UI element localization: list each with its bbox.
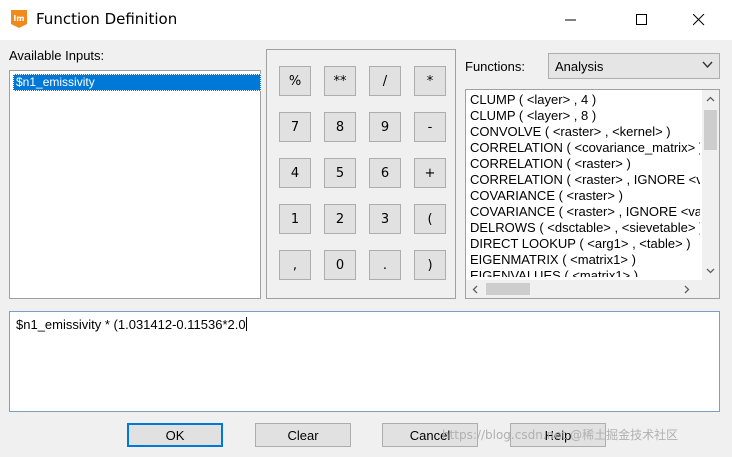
scroll-down-button[interactable] — [702, 262, 719, 279]
maximize-icon — [636, 14, 647, 25]
watermark: https://blog.csdn.net @稀土掘金技术社区 — [442, 428, 679, 442]
svg-text:lm: lm — [13, 14, 24, 23]
key-5[interactable]: 5 — [324, 158, 356, 188]
key-9[interactable]: 9 — [369, 112, 401, 142]
key-1[interactable]: 1 — [279, 204, 311, 234]
available-inputs-list[interactable]: $n1_emissivity — [9, 70, 261, 299]
key-minus[interactable]: - — [414, 112, 446, 142]
key-6[interactable]: 6 — [369, 158, 401, 188]
list-item[interactable]: COVARIANCE ( <raster> , IGNORE <value> ) — [470, 204, 700, 220]
list-item[interactable]: CLUMP ( <layer> , 4 ) — [470, 92, 700, 108]
key-8[interactable]: 8 — [324, 112, 356, 142]
key-0[interactable]: 0 — [324, 250, 356, 280]
functions-items: CLUMP ( <layer> , 4 ) CLUMP ( <layer> , … — [470, 92, 700, 277]
clear-button[interactable]: Clear — [255, 423, 351, 447]
list-item[interactable]: CONVOLVE ( <raster> , <kernel> ) — [470, 124, 700, 140]
horizontal-scrollbar[interactable] — [466, 280, 702, 298]
list-item[interactable]: EIGENVALUES ( <matrix1> ) — [470, 268, 700, 277]
key-comma[interactable]: , — [279, 250, 311, 280]
scroll-up-button[interactable] — [702, 90, 719, 107]
key-multiply[interactable]: * — [414, 66, 446, 96]
key-decimal[interactable]: . — [369, 250, 401, 280]
key-7[interactable]: 7 — [279, 112, 311, 142]
list-item[interactable]: EIGENMATRIX ( <matrix1> ) — [470, 252, 700, 268]
functions-list[interactable]: CLUMP ( <layer> , 4 ) CLUMP ( <layer> , … — [465, 89, 720, 299]
text-caret — [245, 317, 247, 331]
title-bar: lm Function Definition — [0, 0, 732, 40]
chevron-down-icon — [706, 268, 715, 273]
key-percent[interactable]: % — [279, 66, 311, 96]
key-4[interactable]: 4 — [279, 158, 311, 188]
lm-icon: lm — [11, 10, 27, 28]
dialog-body: Available Inputs: $n1_emissivity % ** / … — [0, 40, 732, 457]
function-category-select[interactable]: Analysis — [548, 53, 720, 79]
chevron-left-icon — [472, 285, 477, 293]
scroll-left-button[interactable] — [466, 280, 483, 298]
ok-button[interactable]: OK — [127, 423, 223, 447]
functions-label: Functions: — [465, 59, 525, 74]
list-item[interactable]: CORRELATION ( <raster> , IGNORE <value> … — [470, 172, 700, 188]
expression-editor[interactable]: $n1_emissivity * (1.031412-0.11536*2.0 — [9, 311, 720, 412]
list-item[interactable]: $n1_emissivity — [13, 74, 261, 91]
close-button[interactable] — [676, 0, 722, 40]
key-close-paren[interactable]: ) — [414, 250, 446, 280]
key-3[interactable]: 3 — [369, 204, 401, 234]
horizontal-scroll-thumb[interactable] — [486, 283, 530, 295]
close-icon — [693, 14, 705, 26]
expression-text: $n1_emissivity * (1.031412-0.11536*2.0 — [16, 317, 247, 332]
chevron-up-icon — [706, 96, 715, 101]
vertical-scrollbar[interactable] — [702, 90, 719, 280]
list-item[interactable]: CORRELATION ( <raster> ) — [470, 156, 700, 172]
key-plus[interactable]: + — [414, 158, 446, 188]
minimize-button[interactable] — [548, 0, 594, 40]
key-divide[interactable]: / — [369, 66, 401, 96]
available-inputs-label: Available Inputs: — [9, 48, 105, 63]
key-2[interactable]: 2 — [324, 204, 356, 234]
scroll-right-button[interactable] — [678, 280, 695, 298]
operator-keypad: % ** / * 7 8 9 - 4 5 6 + 1 2 3 ( , 0 . ) — [266, 49, 456, 299]
chevron-right-icon — [684, 285, 689, 293]
minimize-icon — [565, 19, 576, 21]
scroll-corner — [702, 280, 719, 298]
list-item[interactable]: COVARIANCE ( <raster> ) — [470, 188, 700, 204]
list-item[interactable]: DIRECT LOOKUP ( <arg1> , <table> ) — [470, 236, 700, 252]
function-category-value: Analysis — [555, 59, 604, 74]
window-title: Function Definition — [36, 10, 178, 28]
chevron-down-icon — [702, 61, 713, 69]
list-item[interactable]: CORRELATION ( <covariance_matrix> ) — [470, 140, 700, 156]
maximize-button[interactable] — [619, 0, 665, 40]
list-item[interactable]: CLUMP ( <layer> , 8 ) — [470, 108, 700, 124]
vertical-scroll-thumb[interactable] — [704, 110, 717, 150]
function-definition-dialog: lm Function Definition Available Inputs:… — [0, 0, 732, 457]
key-open-paren[interactable]: ( — [414, 204, 446, 234]
list-item[interactable]: DELROWS ( <dsctable> , <sievetable> ) — [470, 220, 700, 236]
key-power[interactable]: ** — [324, 66, 356, 96]
